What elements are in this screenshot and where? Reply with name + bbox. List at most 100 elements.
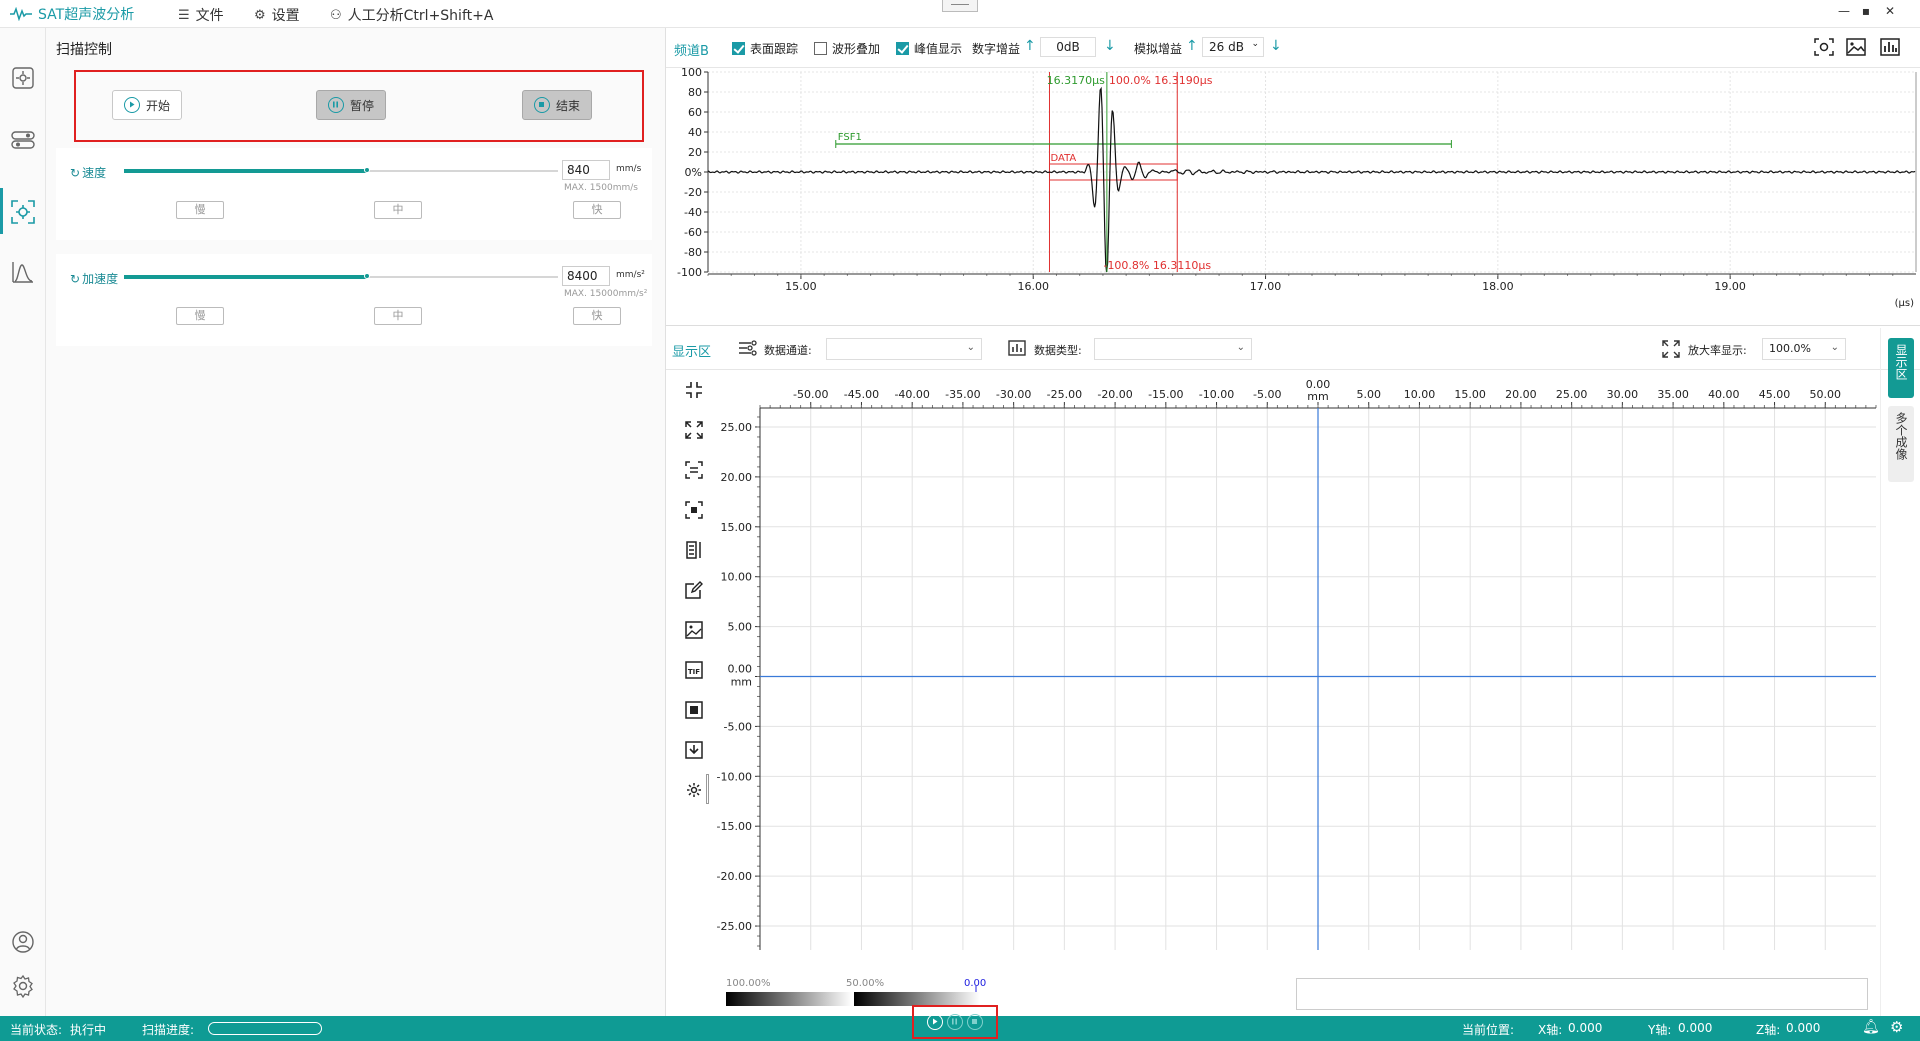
nav-active-indicator bbox=[0, 188, 3, 234]
account-icon[interactable] bbox=[9, 928, 37, 956]
accel-slider-handle[interactable] bbox=[364, 273, 371, 279]
stop-frame-icon[interactable] bbox=[684, 700, 704, 720]
chevron-down-icon: ⌄ bbox=[966, 342, 975, 353]
digital-gain-label: 数字增益 bbox=[972, 42, 1021, 56]
pause-icon[interactable] bbox=[947, 1014, 963, 1030]
bell-icon[interactable]: 🔔︎ bbox=[1862, 1019, 1880, 1035]
stop-icon bbox=[533, 97, 550, 113]
colorbar-label-mid: 50.00% bbox=[846, 978, 884, 989]
tab-multi-imaging[interactable]: 多个成像 bbox=[1888, 406, 1914, 482]
info-box bbox=[1296, 978, 1868, 1010]
cscan-x-tick-label: -40.00 bbox=[894, 388, 929, 401]
accel-medium-button[interactable]: 中 bbox=[374, 307, 422, 325]
analog-gain-label: 模拟增益 bbox=[1134, 42, 1183, 56]
accel-fast-button[interactable]: 快 bbox=[573, 307, 621, 325]
cscan-y-tick-label: 0.00 bbox=[728, 663, 753, 676]
settings-icon[interactable] bbox=[684, 780, 704, 800]
waveform-overlay-checkbox[interactable]: 波形叠加 bbox=[814, 40, 880, 57]
image-icon[interactable] bbox=[1846, 38, 1866, 56]
pause-button[interactable]: 暂停 bbox=[316, 90, 386, 120]
speed-slider[interactable] bbox=[124, 167, 558, 173]
refresh-icon: ↻ bbox=[70, 271, 81, 286]
gear-icon: ⚙ bbox=[254, 7, 266, 23]
app-title: SAT超声波分析 bbox=[38, 7, 135, 23]
collapse-icon[interactable] bbox=[684, 380, 704, 400]
analog-gain-down-icon[interactable]: ↓ bbox=[1270, 38, 1282, 54]
scan-settings-icon[interactable] bbox=[9, 64, 37, 92]
analog-gain-up-icon[interactable]: ↑ bbox=[1186, 38, 1198, 54]
accel-unit: mm/s² bbox=[616, 270, 645, 280]
list-icon: ☰ bbox=[178, 7, 190, 23]
digital-gain-input[interactable]: 0dB bbox=[1040, 37, 1096, 57]
pause-icon bbox=[327, 97, 344, 113]
screenshot-icon[interactable] bbox=[1814, 38, 1834, 56]
panel-title: 扫描控制 bbox=[56, 42, 112, 58]
speed-slow-button[interactable]: 慢 bbox=[176, 201, 224, 219]
data-channel-select[interactable]: ⌄ bbox=[826, 338, 982, 360]
digital-gain-up-icon[interactable]: ↑ bbox=[1024, 38, 1036, 54]
maximize-button[interactable]: ▪ bbox=[1856, 4, 1876, 22]
play-icon bbox=[123, 97, 140, 113]
close-button[interactable]: ✕ bbox=[1880, 4, 1900, 22]
download-icon[interactable] bbox=[684, 740, 704, 760]
speed-slider-handle[interactable] bbox=[364, 167, 371, 173]
accel-slider[interactable] bbox=[124, 273, 558, 279]
position-label: 当前位置: bbox=[1462, 1023, 1515, 1037]
focus-icon[interactable] bbox=[684, 500, 704, 520]
data-gate-label: DATA bbox=[1050, 153, 1076, 164]
scan-control-panel: 扫描控制 开始 暂停 结束 ↻ 速度 840 mm/s MAX. 1500mm/s… bbox=[46, 28, 666, 1016]
x-axis-label: X轴: bbox=[1538, 1023, 1563, 1037]
toggle-icon[interactable] bbox=[9, 126, 37, 154]
speed-medium-button[interactable]: 中 bbox=[374, 201, 422, 219]
image-icon[interactable] bbox=[684, 620, 704, 640]
accel-input[interactable]: 8400 bbox=[562, 266, 610, 286]
waveform-x-tick-label: 16.00 bbox=[1017, 280, 1048, 293]
cscan-y-tick-label: 15.00 bbox=[721, 521, 753, 534]
tif-icon[interactable]: TIF bbox=[684, 660, 704, 680]
cscan-x-tick-label: -15.00 bbox=[1148, 388, 1183, 401]
cscan-x-tick-label: -30.00 bbox=[996, 388, 1031, 401]
stop-button[interactable]: 结束 bbox=[522, 90, 592, 120]
menu-manual-analysis[interactable]: ⚇ 人工分析Ctrl+Shift+A bbox=[330, 5, 493, 25]
waveform-analysis-icon[interactable] bbox=[9, 258, 37, 286]
digital-gain-down-icon[interactable]: ↓ bbox=[1104, 38, 1116, 54]
status-scan-controls bbox=[912, 1005, 998, 1039]
data-type-select[interactable]: ⌄ bbox=[1094, 338, 1252, 360]
menu-file[interactable]: ☰ 文件 bbox=[178, 5, 224, 25]
speed-input[interactable]: 840 bbox=[562, 160, 610, 180]
histogram-icon[interactable] bbox=[1880, 38, 1900, 56]
gear-icon[interactable]: ⚙ bbox=[1890, 1018, 1903, 1036]
waveform-y-tick-label: 100 bbox=[681, 68, 702, 79]
accel-slow-button[interactable]: 慢 bbox=[176, 307, 224, 325]
scan-target-icon[interactable] bbox=[9, 198, 37, 226]
settings-icon[interactable] bbox=[9, 972, 37, 1000]
channel-panel: 频道B 表面跟踪 波形叠加 峰值显示 数字增益 ↑ 0dB ↓ 模拟增益 ↑ 2… bbox=[666, 28, 1920, 326]
start-button[interactable]: 开始 bbox=[112, 90, 182, 120]
column-icon[interactable] bbox=[684, 540, 704, 560]
waveform-y-tick-label: -40 bbox=[684, 206, 702, 219]
surface-tracking-checkbox[interactable]: 表面跟踪 bbox=[732, 40, 798, 57]
peak-display-checkbox[interactable]: 峰值显示 bbox=[896, 40, 962, 57]
play-icon[interactable] bbox=[927, 1014, 943, 1030]
fit-view-icon[interactable] bbox=[684, 460, 704, 480]
checkbox-icon bbox=[814, 42, 827, 55]
accel-label: ↻ 加速度 bbox=[70, 271, 119, 287]
edit-icon[interactable] bbox=[684, 580, 704, 600]
cscan-y-tick-label: -5.00 bbox=[724, 720, 752, 733]
cscan-plot[interactable]: -50.00 -45.00 -40.00 -35.00 -30.00 -25.00 -20.… bbox=[716, 370, 1880, 970]
tab-display-area[interactable]: 显示区 bbox=[1888, 338, 1914, 398]
refresh-icon: ↻ bbox=[70, 165, 81, 180]
display-toolbar: 显示区 数据通道: ⌄ 数据类型: ⌄ 放大率显示: 100.0% ⌄ bbox=[666, 328, 1920, 370]
state-label: 当前状态: bbox=[10, 1023, 63, 1037]
stop-icon[interactable] bbox=[967, 1014, 983, 1030]
zoom-select[interactable]: 100.0% ⌄ bbox=[1762, 338, 1846, 360]
speed-fast-button[interactable]: 快 bbox=[573, 201, 621, 219]
drag-handle[interactable] bbox=[942, 0, 978, 12]
toolbar-scroll-handle[interactable] bbox=[706, 774, 709, 804]
expand-icon[interactable] bbox=[684, 420, 704, 440]
channel-toolbar: 频道B 表面跟踪 波形叠加 峰值显示 数字增益 ↑ 0dB ↓ 模拟增益 ↑ 2… bbox=[666, 28, 1920, 68]
minimize-button[interactable]: — bbox=[1834, 4, 1854, 22]
waveform-chart[interactable]: 100 80 60 40 20 0% -20 -40 -60 -80 -100 15.00 16.00 1… bbox=[666, 68, 1920, 326]
menu-settings[interactable]: ⚙ 设置 bbox=[254, 5, 300, 25]
analog-gain-select[interactable]: 26 dB ⌄ bbox=[1202, 37, 1264, 57]
